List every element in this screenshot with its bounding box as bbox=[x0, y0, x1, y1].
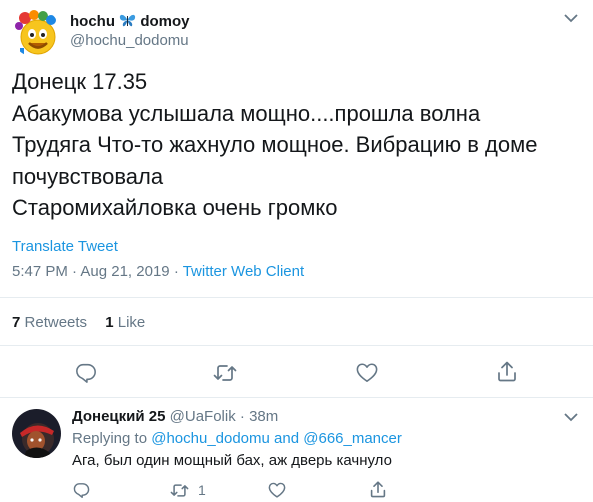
tweet-line: Абакумова услышала мощно....прошла волна bbox=[12, 100, 481, 126]
meta-separator: · bbox=[72, 263, 78, 280]
retweet-icon[interactable] bbox=[213, 362, 237, 384]
tweet-client-link[interactable]: Twitter Web Client bbox=[183, 263, 304, 280]
author-handle[interactable]: @hochu_dodomu bbox=[70, 32, 189, 50]
reply-avatar-image bbox=[12, 409, 61, 458]
author-avatar[interactable] bbox=[11, 8, 60, 57]
tweet-line: Донецк 17.35 bbox=[12, 69, 148, 94]
reply-text: Ага, был один мощный бах, аж дверь качну… bbox=[72, 452, 392, 469]
reply-icon[interactable] bbox=[75, 361, 97, 383]
tweet-text: Донецк 17.35 Абакумова услышала мощно...… bbox=[12, 66, 537, 224]
chevron-down-icon[interactable] bbox=[563, 12, 579, 24]
author-name-part2: domoy bbox=[140, 13, 190, 30]
reply-separator: · bbox=[239, 408, 245, 425]
likes-label: Like bbox=[117, 314, 146, 331]
likes-stat[interactable]: 1 Like bbox=[105, 314, 145, 331]
reply-header: Донецкий 25 @UaFolik · 38m bbox=[72, 408, 278, 426]
tweet-stats: 7 Retweets 1 Like bbox=[12, 314, 145, 332]
tweet-line: почувствовала bbox=[12, 163, 164, 189]
tweet-meta: 5:47 PM · Aug 21, 2019 · Twitter Web Cli… bbox=[12, 263, 304, 281]
reply-retweet-count: 1 bbox=[198, 482, 206, 498]
tweet-line: Старомихайловка очень громко bbox=[12, 195, 338, 220]
translate-tweet-link[interactable]: Translate Tweet bbox=[12, 238, 118, 256]
heart-icon[interactable] bbox=[356, 362, 378, 383]
reply-time[interactable]: 38m bbox=[249, 408, 278, 425]
replying-and: and bbox=[274, 430, 300, 447]
author-name[interactable]: hochu domoy bbox=[70, 13, 190, 33]
retweets-label: Retweets bbox=[24, 314, 88, 331]
author-name-part1: hochu bbox=[70, 13, 115, 30]
reply-chevron-down-icon[interactable] bbox=[563, 411, 579, 423]
replying-to: Replying to @hochu_dodomu and @666_mance… bbox=[72, 430, 402, 448]
reply-author-name[interactable]: Донецкий 25 bbox=[72, 408, 165, 425]
reply-reply-icon[interactable] bbox=[73, 481, 90, 498]
divider bbox=[0, 297, 593, 298]
divider bbox=[0, 345, 593, 346]
retweets-count: 7 bbox=[12, 314, 21, 331]
reply-heart-icon[interactable] bbox=[268, 482, 286, 498]
tweet-line: Трудяга Что-то жахнуло мощное. Вибрацию … bbox=[12, 132, 538, 157]
reply-share-icon[interactable] bbox=[370, 480, 386, 498]
likes-count: 1 bbox=[105, 314, 114, 331]
butterfly-emoji-icon bbox=[119, 13, 136, 33]
replying-to-label: Replying to bbox=[72, 430, 148, 447]
mention-link[interactable]: @hochu_dodomu bbox=[151, 430, 270, 447]
tweet-time[interactable]: 5:47 PM bbox=[12, 263, 68, 280]
share-icon[interactable] bbox=[497, 360, 517, 382]
reply-author-handle[interactable]: @UaFolik bbox=[170, 408, 236, 425]
retweets-stat[interactable]: 7 Retweets bbox=[12, 314, 91, 331]
tweet-date[interactable]: Aug 21, 2019 bbox=[80, 263, 169, 280]
reply-retweet-icon[interactable] bbox=[170, 482, 189, 499]
reply-avatar[interactable] bbox=[12, 409, 61, 458]
meta-separator: · bbox=[173, 263, 179, 280]
mention-link[interactable]: @666_mancer bbox=[303, 430, 402, 447]
avatar-emoji-image bbox=[11, 8, 60, 57]
divider bbox=[0, 397, 593, 398]
